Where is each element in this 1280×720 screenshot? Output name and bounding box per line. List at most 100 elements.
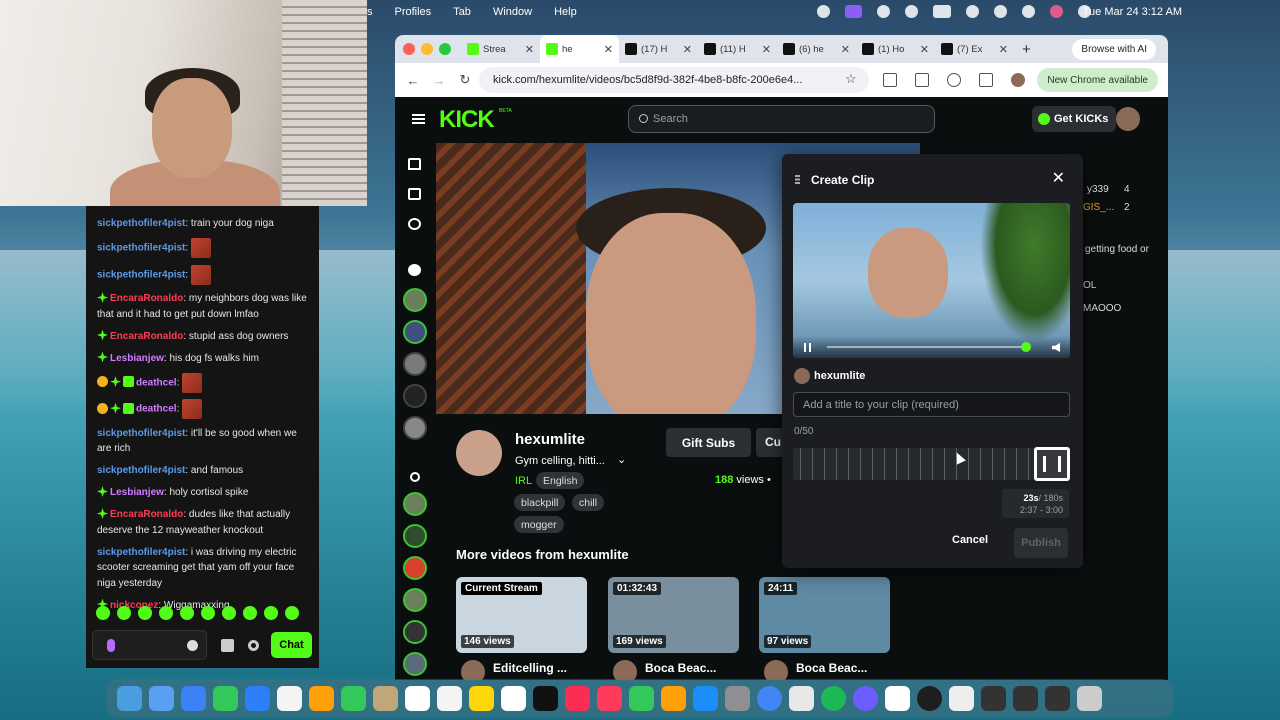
tag[interactable]: mogger (514, 516, 564, 533)
contacts-icon[interactable] (373, 685, 398, 711)
freeform-icon[interactable] (501, 685, 526, 711)
tv-icon[interactable] (533, 685, 558, 711)
status-icon[interactable] (817, 5, 830, 18)
document-icon[interactable] (949, 685, 974, 711)
clip-range-handle[interactable] (1034, 447, 1070, 481)
tag[interactable]: chill (572, 494, 605, 511)
menu-item[interactable]: s (367, 6, 373, 18)
emote-icon[interactable] (96, 606, 110, 620)
browser-tab[interactable]: he ✕ (540, 35, 619, 63)
clip-preview[interactable] (793, 203, 1070, 358)
browser-tab[interactable]: (7) Ex ✕ (935, 35, 1014, 63)
home-icon[interactable] (408, 158, 421, 170)
chat-username[interactable]: EncaraRonaldo (110, 509, 183, 520)
video-thumbnail[interactable]: 24:11 97 views (759, 577, 890, 653)
download-icon[interactable] (947, 73, 961, 87)
tab-close-icon[interactable]: ✕ (999, 43, 1008, 56)
chat-username[interactable]: deathcel (136, 377, 177, 388)
system-settings-icon[interactable] (725, 685, 750, 711)
tab-close-icon[interactable]: ✕ (841, 43, 850, 56)
notes-icon[interactable] (469, 685, 494, 711)
preview-icon[interactable] (789, 685, 814, 711)
spotify-icon[interactable] (821, 685, 846, 711)
minimize-window-button[interactable] (421, 43, 433, 55)
launchpad-icon[interactable] (149, 685, 174, 711)
chat-username[interactable]: Lesbianjew (110, 353, 164, 364)
channel-avatar[interactable] (403, 492, 427, 516)
preview-progress-bar[interactable] (827, 346, 1027, 348)
siri-app-icon[interactable] (853, 685, 878, 711)
chat-username[interactable]: sickpethofiler4pist (97, 428, 185, 439)
kick-logo[interactable]: KICK (439, 106, 495, 134)
maximize-window-button[interactable] (439, 43, 451, 55)
chat-username[interactable]: sickpethofiler4pist (97, 269, 185, 280)
menu-window[interactable]: Window (493, 6, 532, 18)
numbers-icon[interactable] (629, 685, 654, 711)
emote-icon[interactable] (117, 606, 131, 620)
tab-close-icon[interactable]: ✕ (920, 43, 929, 56)
cast-icon[interactable] (915, 73, 929, 87)
cancel-button[interactable]: Cancel (952, 534, 988, 546)
reading-list-icon[interactable] (979, 73, 993, 87)
browser-tab[interactable]: (1) Ho ✕ (856, 35, 935, 63)
tag[interactable]: English (536, 472, 585, 489)
volume-icon[interactable] (1052, 343, 1060, 352)
video-thumbnail[interactable]: 01:32:43 169 views (608, 577, 739, 653)
app-store-icon[interactable] (693, 685, 718, 711)
facetime-icon[interactable] (341, 685, 366, 711)
thumbnail-avatar[interactable] (613, 660, 637, 680)
clip-title-input[interactable] (793, 392, 1070, 417)
close-icon[interactable]: ✕ (1052, 168, 1065, 188)
emoji-icon[interactable] (187, 640, 199, 651)
get-kicks-button[interactable]: Get KICKs (1032, 106, 1117, 132)
channel-avatar[interactable] (403, 620, 427, 644)
emote-icon[interactable] (201, 606, 215, 620)
extensions-icon[interactable] (883, 73, 897, 87)
wifi-icon[interactable] (966, 5, 979, 18)
tab-close-icon[interactable]: ✕ (525, 43, 534, 56)
video-thumbnail[interactable]: Current Stream 146 views (456, 577, 587, 653)
category-link[interactable]: IRL (515, 475, 532, 487)
thumbnail-title[interactable]: Editcelling ... (493, 661, 567, 675)
search-icon[interactable] (1022, 5, 1035, 18)
browser-tab[interactable]: Strea ✕ (461, 35, 540, 63)
expand-icon[interactable] (410, 472, 420, 482)
bookmark-star-icon[interactable]: ☆ (845, 71, 857, 87)
chat-username[interactable]: sickpethofiler4pist (97, 218, 185, 229)
channel-avatar[interactable] (403, 556, 427, 580)
screen-record-icon[interactable] (845, 5, 862, 18)
obs-icon[interactable] (917, 685, 942, 711)
search-box[interactable]: Search (628, 105, 935, 133)
channel-avatar[interactable] (403, 588, 427, 612)
mail-icon[interactable] (245, 685, 270, 711)
emote-icon[interactable] (138, 606, 152, 620)
following-icon[interactable] (408, 218, 421, 230)
thumbnail-title[interactable]: Boca Beac... (796, 661, 867, 675)
chat-username[interactable]: sickpethofiler4pist (97, 465, 185, 476)
menu-profiles[interactable]: Profiles (395, 6, 432, 18)
window-thumbnail-icon[interactable] (1045, 685, 1070, 711)
stream-title[interactable]: Gym celling, hitti... (515, 455, 605, 467)
maps-icon[interactable] (277, 685, 302, 711)
streamer-avatar[interactable] (456, 430, 502, 476)
emote-icon[interactable] (180, 606, 194, 620)
browser-tab[interactable]: (11) H ✕ (698, 35, 777, 63)
browse-with-ai-button[interactable]: Browse with AI (1072, 39, 1156, 60)
clip-timeline[interactable] (793, 448, 1070, 480)
menu-tab[interactable]: Tab (453, 6, 471, 18)
chat-username[interactable]: Lesbianjew (110, 487, 164, 498)
chat-username[interactable]: sickpethofiler4pist (97, 547, 185, 558)
preview-progress-handle[interactable] (1021, 342, 1031, 352)
browser-tab[interactable]: (6) he ✕ (777, 35, 856, 63)
pages-icon[interactable] (661, 685, 686, 711)
pause-icon[interactable] (804, 343, 811, 352)
safari-icon[interactable] (181, 685, 206, 711)
tag[interactable]: blackpill (514, 494, 566, 511)
address-bar[interactable]: kick.com/hexumlite/videos/bc5d8f9d-382f-… (479, 67, 869, 93)
channel-avatar[interactable] (403, 384, 427, 408)
drag-handle-icon[interactable] (795, 175, 800, 184)
channel-avatar[interactable] (403, 652, 427, 676)
browse-icon[interactable] (408, 188, 421, 200)
new-tab-button[interactable]: + (1022, 41, 1031, 58)
tab-close-icon[interactable]: ✕ (604, 43, 613, 56)
